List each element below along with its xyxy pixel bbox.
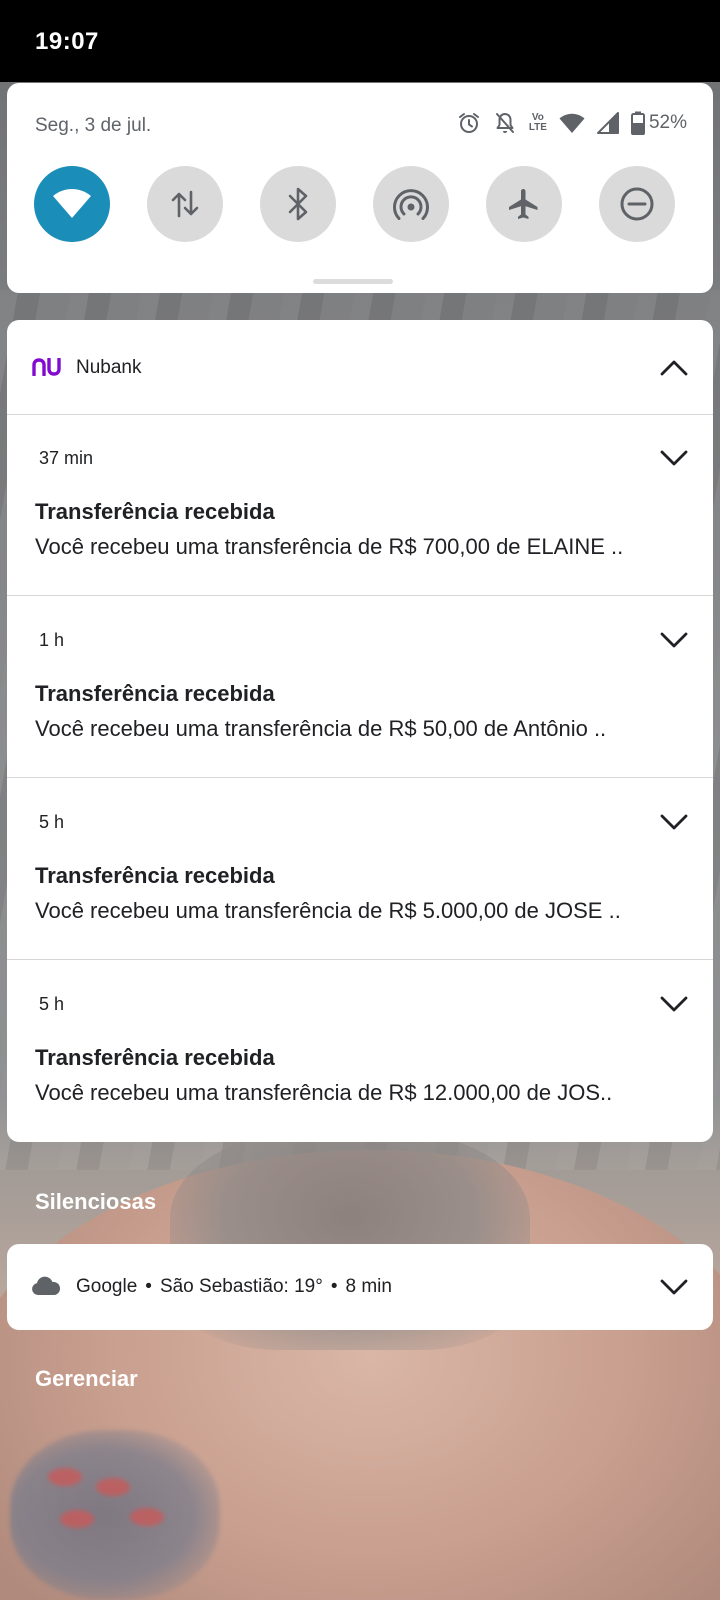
silent-section-label: Silenciosas	[35, 1189, 157, 1214]
tile-mobile-data[interactable]	[147, 166, 223, 242]
google-notification-text: Google • São Sebastião: 19° • 8 min	[76, 1276, 392, 1298]
chevron-down-icon	[660, 996, 688, 1012]
dnd-icon	[620, 187, 654, 221]
battery-percent: 52%	[648, 112, 687, 133]
alarm-icon	[458, 113, 479, 133]
drag-handle[interactable]	[313, 279, 393, 284]
group-header[interactable]: Nubank	[7, 320, 713, 415]
notification-time: 5 h	[39, 812, 65, 832]
collapse-group-button[interactable]	[653, 352, 695, 384]
hotspot-icon	[393, 189, 429, 220]
date-label[interactable]: Seg., 3 de jul.	[35, 115, 151, 137]
separator-dot: •	[145, 1276, 152, 1297]
expand-button[interactable]	[653, 442, 695, 474]
expand-button[interactable]	[653, 624, 695, 656]
chevron-down-icon	[660, 1279, 688, 1295]
battery-indicator: 52%	[630, 111, 687, 135]
chevron-down-icon	[660, 814, 688, 830]
expand-button[interactable]	[653, 1271, 695, 1303]
notification-item[interactable]: 5 h Transferência recebida Você recebeu …	[7, 778, 713, 960]
notification-text: Você recebeu uma transferência de R$ 5.0…	[35, 898, 621, 923]
notification-text: Você recebeu uma transferência de R$ 50,…	[35, 716, 607, 741]
chevron-down-icon	[660, 450, 688, 466]
chevron-up-icon	[660, 360, 688, 376]
notification-text: Você recebeu uma transferência de R$ 700…	[35, 534, 624, 559]
tile-hotspot[interactable]	[373, 166, 449, 242]
battery-icon	[630, 111, 645, 135]
weather-summary: São Sebastião: 19°	[159, 1276, 323, 1297]
tile-bluetooth[interactable]	[260, 166, 336, 242]
status-icons: Vo LTE 52%	[457, 111, 687, 135]
notification-item[interactable]: 37 min Transferência recebida Você receb…	[7, 414, 713, 596]
google-app-name: Google	[76, 1276, 138, 1297]
data-arrows-icon	[171, 190, 199, 218]
notification-time: 5 h	[39, 994, 65, 1014]
google-notification-time: 8 min	[345, 1276, 392, 1297]
google-weather-notification[interactable]: Google • São Sebastião: 19° • 8 min	[7, 1244, 713, 1330]
wifi-signal-icon	[559, 113, 585, 133]
notification-time: 37 min	[39, 448, 94, 468]
notification-title: Transferência recebida	[35, 1045, 275, 1070]
notification-time: 1 h	[39, 630, 65, 650]
expand-button[interactable]	[653, 806, 695, 838]
tile-do-not-disturb[interactable]	[599, 166, 675, 242]
wifi-icon	[53, 189, 91, 218]
quick-settings-panel: Seg., 3 de jul. Vo LTE 52%	[7, 83, 713, 293]
nubank-notification-group: Nubank 37 min Transferência recebida Voc…	[7, 320, 713, 1142]
tile-wifi[interactable]	[34, 166, 110, 242]
notification-title: Transferência recebida	[35, 863, 275, 888]
clock: 19:07	[35, 28, 99, 55]
expand-button[interactable]	[653, 988, 695, 1020]
airplane-icon	[509, 189, 538, 219]
bluetooth-icon	[288, 187, 308, 221]
cloud-icon	[32, 1276, 61, 1295]
nubank-logo-icon	[32, 358, 61, 376]
mute-notifications-icon	[495, 113, 514, 133]
volte-icon: Vo LTE	[528, 112, 547, 133]
chevron-down-icon	[660, 632, 688, 648]
notification-item[interactable]: 5 h Transferência recebida Você recebeu …	[7, 960, 713, 1141]
notification-text: Você recebeu uma transferência de R$ 12.…	[35, 1080, 613, 1105]
notification-title: Transferência recebida	[35, 681, 275, 706]
tile-airplane-mode[interactable]	[486, 166, 562, 242]
quick-settings-tiles	[34, 166, 675, 242]
notification-title: Transferência recebida	[35, 499, 275, 524]
cell-signal-icon	[596, 112, 619, 134]
notification-item[interactable]: 1 h Transferência recebida Você recebeu …	[7, 596, 713, 778]
manage-notifications-button[interactable]: Gerenciar	[35, 1366, 138, 1392]
app-name: Nubank	[76, 357, 142, 378]
status-bar: 19:07	[0, 0, 720, 82]
separator-dot: •	[330, 1276, 338, 1297]
